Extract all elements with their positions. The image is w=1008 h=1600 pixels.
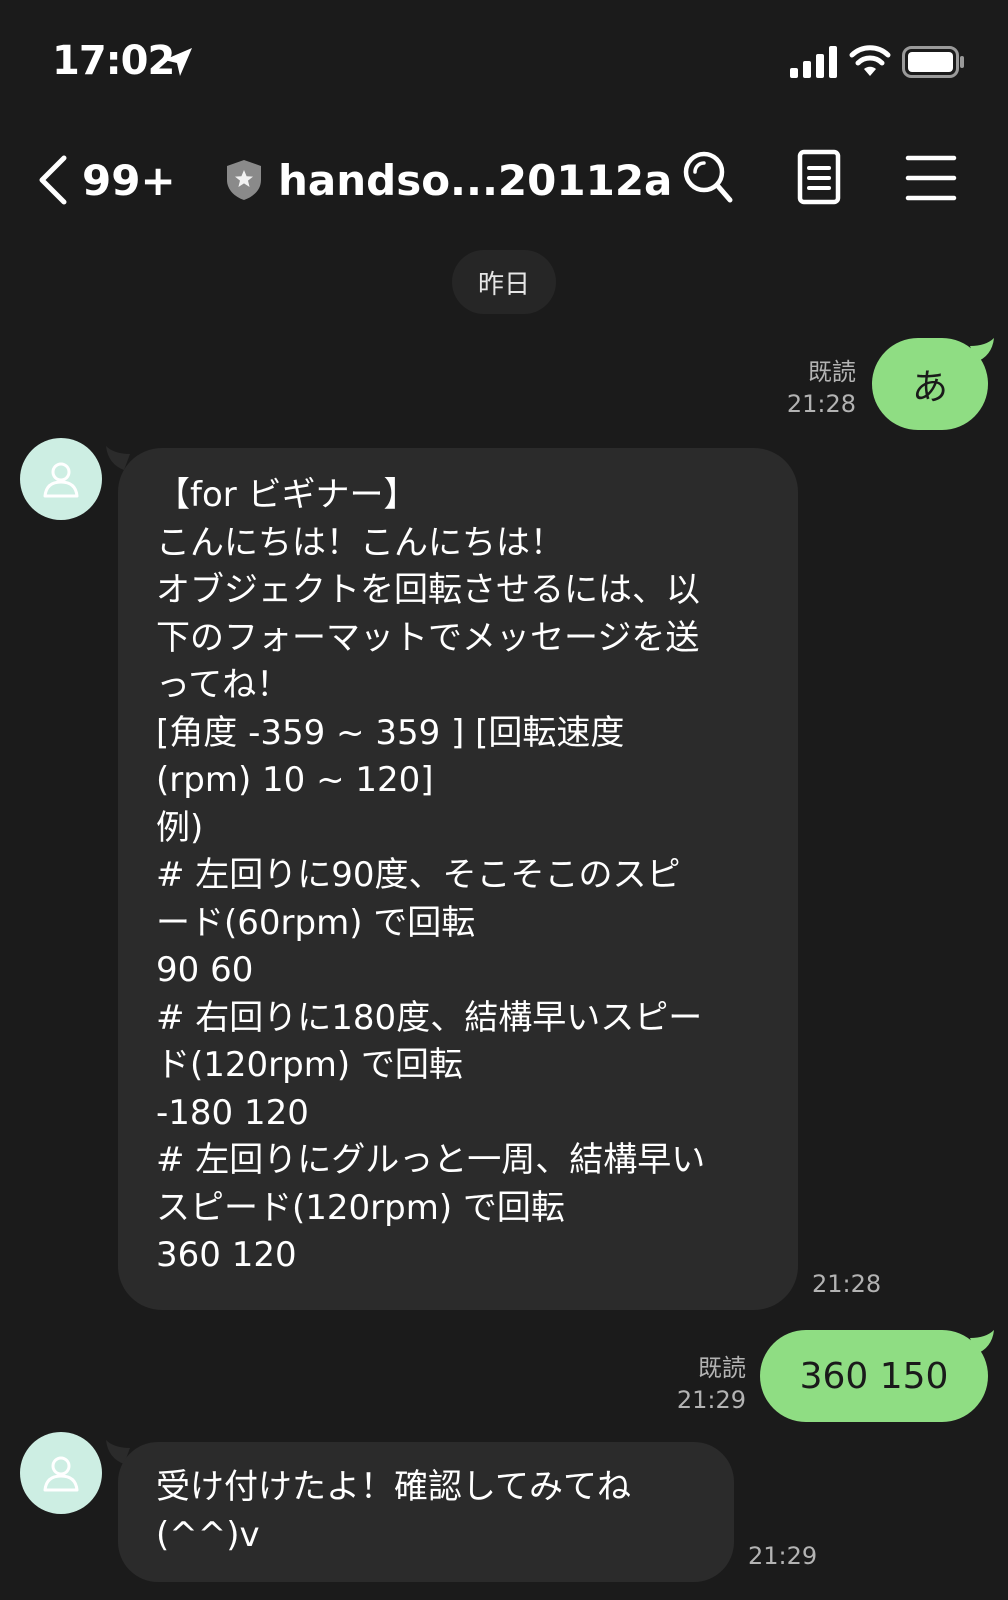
chevron-left-icon (39, 155, 67, 205)
message-line: # 右回りに180度、結構早いスピー (156, 997, 703, 1038)
message-line: [角度 -359 ~ 359 ] [回転速度 (156, 712, 625, 753)
message-time: 21:28 (812, 1270, 882, 1298)
message-time: 21:29 (748, 1542, 818, 1570)
shield-icon (227, 160, 261, 200)
unread-count: 99+ (82, 155, 176, 205)
message-line: スピード(120rpm) で回転 (156, 1187, 565, 1228)
message-meta: 既読 21:29 (650, 1352, 746, 1416)
message-line: 例) (156, 807, 204, 848)
message-line: 360 120 (156, 1235, 297, 1275)
message-line: (rpm) 10 ~ 120] (156, 760, 434, 800)
bubble-tail (970, 338, 994, 362)
message-line: 受け付けたよ！確認してみてね (156, 1467, 631, 1507)
status-bar: 17:02 (0, 0, 1008, 120)
message-line: # 左回りに90度、そこそこのスピ (156, 855, 681, 895)
message-time: 21:29 (676, 1386, 746, 1414)
status-time: 17:02 (52, 38, 175, 84)
avatar[interactable] (20, 1432, 102, 1514)
message-text: 360 150 (799, 1355, 949, 1397)
avatar[interactable] (20, 438, 102, 520)
user-icon (43, 1456, 79, 1492)
date-separator: 昨日 (452, 250, 556, 314)
notes-icon[interactable] (792, 148, 848, 208)
message-line: 90 60 (156, 950, 254, 990)
message-text: あ (911, 367, 948, 408)
incoming-message-bubble[interactable]: 受け付けたよ！確認してみてね (^^)v (118, 1442, 734, 1582)
message-line: ってね！ (156, 665, 291, 705)
cellular-signal-icon (790, 46, 837, 78)
message-line: ド(120rpm) で回転 (156, 1045, 463, 1085)
battery-icon (902, 46, 964, 78)
message-line: -180 120 (156, 1092, 309, 1133)
chat-header: 99+ handso...20112a (0, 120, 1008, 240)
back-button[interactable]: 99+ (36, 150, 176, 210)
search-icon[interactable] (680, 148, 736, 208)
user-icon (43, 462, 79, 498)
message-meta: 既読 21:28 (760, 356, 856, 420)
message-line: オブジェクトを回転させるには、以 (156, 570, 700, 610)
wifi-icon (849, 45, 891, 76)
message-line: (^^)v (156, 1514, 260, 1555)
read-receipt: 既読 (808, 358, 856, 386)
message-line: ード(60rpm) で回転 (156, 902, 476, 943)
location-arrow-icon (164, 48, 192, 76)
chat-title-area[interactable]: handso...20112a (224, 150, 672, 210)
incoming-message-bubble[interactable]: 【for ビギナー】 こんにちは！こんにちは！ オブジェクトを回転させるには、以… (118, 448, 798, 1310)
chat-title: handso...20112a (278, 155, 673, 205)
read-receipt: 既読 (698, 1354, 746, 1382)
bubble-tail (970, 1330, 994, 1354)
message-line: こんにちは！こんにちは！ (156, 522, 564, 563)
menu-icon[interactable] (904, 148, 960, 208)
message-line: 下のフォーマットでメッセージを送 (156, 617, 700, 658)
message-line: 【for ビギナー】 (156, 475, 418, 515)
message-time: 21:28 (786, 390, 856, 418)
message-line: # 左回りにグルっと一周、結構早い (156, 1140, 706, 1180)
outgoing-message-bubble[interactable]: 360 150 (760, 1330, 988, 1422)
